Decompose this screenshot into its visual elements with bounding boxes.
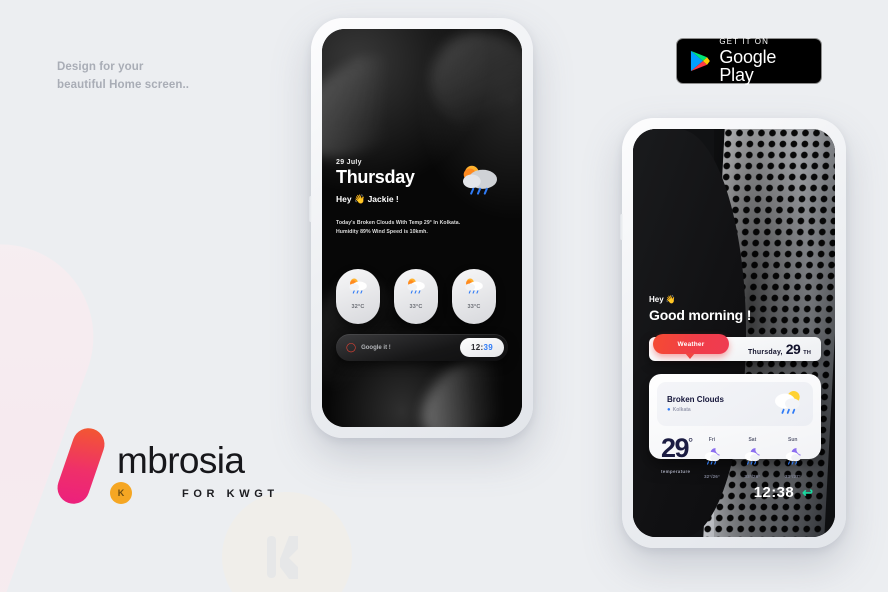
forecast-day-temps: 32°/26°	[704, 474, 720, 479]
tagline-line-1: Design for your	[57, 61, 144, 73]
logo-subtitle: FOR KWGT	[182, 488, 279, 500]
google-play-triangle-icon	[690, 50, 710, 72]
right-weather-header-bar: Weather Thursday, 29 TH	[649, 334, 821, 361]
forecast-day[interactable]: Sat 33°/26°	[735, 437, 769, 479]
waving-hand-icon: 👋	[353, 194, 366, 204]
weather-card-body: 29° temperature Fri 32°/26° Sat 33°/26° …	[657, 433, 813, 480]
right-date-suffix: TH	[803, 350, 811, 356]
google-play-badge[interactable]: GET IT ON Google Play	[676, 38, 822, 84]
page-tagline: Design for your beautiful Home screen..	[57, 59, 189, 95]
right-greeting-line-1: Hey 👋	[649, 295, 751, 304]
waving-hand-icon: 👋	[665, 295, 676, 304]
left-forecast-card[interactable]: 32°C	[336, 269, 380, 324]
current-condition-panel[interactable]: Broken Clouds ● Kolkata	[657, 382, 813, 426]
search-clock-pill[interactable]: 12 : 39	[460, 338, 504, 357]
logo-name: mbrosia	[117, 440, 245, 481]
sun-cloud-rain-icon	[349, 278, 367, 294]
forecast-day-name: Sun	[788, 437, 798, 443]
sun-cloud-rain-icon	[407, 278, 425, 294]
forecast-day[interactable]: Sun 33°/27°	[776, 437, 810, 479]
phone-mockup-left: 29 July Thursday Hey 👋 Jackie ! Today's …	[309, 18, 533, 438]
moon-cloud-rain-icon	[745, 448, 761, 465]
phone-screen-left: 29 July Thursday Hey 👋 Jackie ! Today's …	[322, 29, 522, 427]
right-clock-time: 12:38	[753, 484, 795, 501]
play-badge-large-label: Google Play	[719, 47, 777, 85]
background-pink-bar	[0, 218, 120, 592]
forecast-day-name: Sat	[748, 437, 757, 443]
moon-cloud-rain-icon	[785, 448, 801, 465]
right-forecast-list: Fri 32°/26° Sat 33°/26° Sun 33°/27°	[692, 435, 813, 479]
clock-hours: 12	[471, 343, 481, 352]
temperature-caption: temperature	[661, 469, 691, 474]
forecast-day[interactable]: Fri 32°/26°	[695, 437, 729, 479]
left-forecast-temp: 32°C	[351, 304, 365, 310]
left-greeting-widget: 29 July Thursday Hey 👋 Jackie ! Today's …	[336, 159, 508, 237]
left-greeting-name: Jackie !	[367, 194, 399, 204]
temperature-number: 29	[661, 433, 690, 463]
left-forecast-card-list: 32°C 33°C 33°C	[336, 269, 508, 324]
phone-side-button-left	[309, 196, 312, 222]
back-arrow-icon[interactable]: ↩	[802, 485, 813, 501]
right-greeting-widget: Hey 👋 Good morning !	[649, 295, 751, 323]
left-forecast-temp: 33°C	[409, 304, 423, 310]
phone-mockup-right: Hey 👋 Good morning ! Weather Thursday, 2…	[620, 118, 846, 548]
left-forecast-card[interactable]: 33°C	[452, 269, 496, 324]
phone-screen-right: Hey 👋 Good morning ! Weather Thursday, 2…	[633, 129, 835, 537]
play-badge-small-label: GET IT ON	[719, 37, 769, 46]
moon-cloud-rain-icon	[704, 448, 720, 465]
condition-label: Broken Clouds	[667, 395, 724, 404]
location-label: Kolkata	[672, 407, 691, 413]
tagline-line-2: beautiful Home screen..	[57, 78, 190, 91]
weather-tab-pill[interactable]: Weather	[653, 334, 729, 354]
brand-logo: mbrosia FOR KWGT	[53, 423, 285, 515]
right-greeting-line-2: Good morning !	[649, 307, 752, 323]
sun-cloud-rain-icon	[775, 391, 800, 414]
map-pin-icon: ●	[667, 407, 671, 413]
location-row: ● Kolkata	[667, 407, 724, 413]
search-input[interactable]: Google it !	[361, 345, 460, 351]
forecast-day-temps: 33°/26°	[744, 474, 761, 479]
forecast-day-name: Fri	[708, 437, 716, 443]
right-clock-widget[interactable]: 12:38 ↩	[754, 484, 813, 501]
left-forecast-temp: 33°C	[467, 304, 481, 310]
right-date-number: 29	[785, 341, 801, 357]
logo-badge-letter: K	[117, 488, 125, 498]
right-date-display: Thursday, 29 TH	[748, 341, 811, 357]
logo-a-bar-icon	[53, 423, 109, 509]
weather-pill-label: Weather	[677, 340, 705, 348]
left-forecast-card[interactable]: 33°C	[394, 269, 438, 324]
logo-kwgt-badge: K	[110, 482, 132, 504]
phone-side-button-right	[620, 214, 623, 240]
current-temperature-block: 29° temperature	[657, 433, 693, 479]
right-greeting-hey: Hey	[649, 295, 664, 304]
sun-cloud-rain-icon	[463, 165, 497, 195]
google-g-icon: ◯	[346, 342, 357, 352]
current-temperature-value: 29°	[661, 433, 693, 463]
sun-cloud-rain-icon	[465, 278, 483, 294]
weather-pill-tail	[685, 353, 695, 359]
left-weather-description: Today's Broken Clouds With Temp 29° In K…	[336, 220, 461, 236]
left-greeting-prefix: Hey	[336, 194, 352, 204]
right-date-weekday: Thursday,	[747, 349, 783, 356]
google-search-bar[interactable]: ◯ Google it ! 12 : 39	[336, 334, 508, 361]
kwgt-k-icon	[267, 536, 298, 579]
forecast-day-temps: 33°/27°	[784, 474, 801, 479]
right-weather-card: Broken Clouds ● Kolkata 29° temperature …	[649, 374, 821, 479]
clock-minutes: 39	[483, 343, 493, 352]
